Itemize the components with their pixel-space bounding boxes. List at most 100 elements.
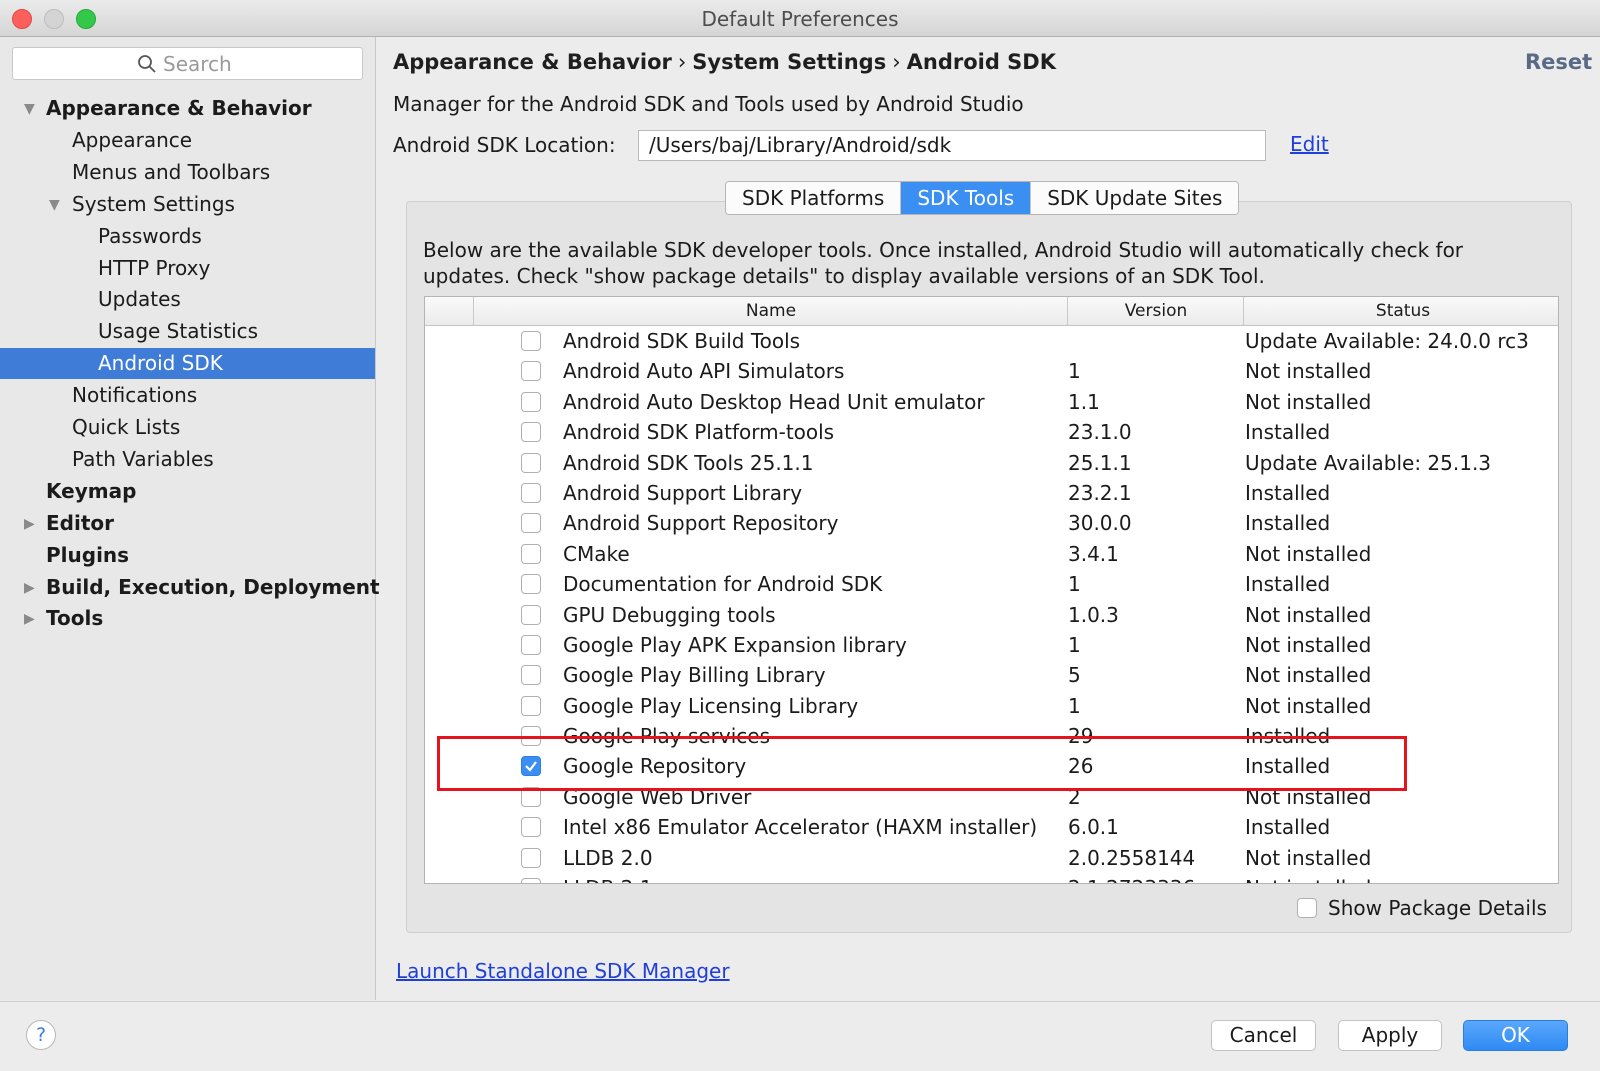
row-checkbox[interactable] bbox=[521, 452, 541, 473]
ok-button[interactable]: OK bbox=[1463, 1020, 1568, 1051]
row-checkbox[interactable] bbox=[521, 665, 541, 686]
sidebar-item[interactable]: Plugins bbox=[0, 540, 375, 571]
table-row[interactable]: Android SDK Platform-tools 23.1.0 Installe… bbox=[425, 417, 1558, 447]
sidebar-item[interactable]: Passwords bbox=[0, 221, 375, 252]
row-version-cell: 5 bbox=[1068, 663, 1081, 688]
collapsed-arrow-icon[interactable]: ▶ bbox=[24, 517, 38, 531]
tab-sdk-update-sites[interactable]: SDK Update Sites bbox=[1031, 182, 1239, 214]
tab-sdk-platforms[interactable]: SDK Platforms bbox=[726, 182, 902, 214]
table-row[interactable]: GPU Debugging tools 1.0.3 Not installed bbox=[425, 600, 1558, 630]
tab-sdk-tools[interactable]: SDK Tools bbox=[901, 182, 1032, 214]
table-row[interactable]: Google Play APK Expansion library 1 Not in… bbox=[425, 630, 1558, 660]
column-header-select[interactable] bbox=[425, 297, 473, 325]
row-version-cell: 1.0.3 bbox=[1068, 602, 1119, 627]
row-status-cell: Installed bbox=[1245, 815, 1331, 840]
row-checkbox[interactable] bbox=[521, 878, 541, 883]
row-checkbox[interactable] bbox=[521, 482, 541, 503]
row-version-cell: 3.4.1 bbox=[1068, 541, 1119, 566]
breadcrumb: Appearance & Behavior › System Settings › An… bbox=[393, 50, 1056, 74]
row-name-cell: CMake bbox=[563, 541, 630, 566]
row-version-cell: 2.1.2723336 bbox=[1068, 876, 1195, 883]
show-package-details-label[interactable]: Show Package Details bbox=[1328, 896, 1547, 920]
table-row[interactable]: Intel x86 Emulator Accelerator (HAXM ins… bbox=[425, 812, 1558, 842]
launch-standalone-sdk-manager-link[interactable]: Launch Standalone SDK Manager bbox=[396, 959, 730, 983]
row-checkbox[interactable] bbox=[521, 604, 541, 625]
help-button[interactable]: ? bbox=[26, 1020, 56, 1050]
sidebar-item[interactable]: Keymap bbox=[0, 476, 375, 507]
sdk-location-field[interactable]: /Users/baj/Library/Android/sdk bbox=[638, 130, 1266, 161]
show-package-details-checkbox[interactable] bbox=[1297, 898, 1317, 918]
dialog-footer: ? Cancel Apply OK bbox=[0, 1001, 1600, 1071]
table-row[interactable]: Android SDK Tools 25.1.1 25.1.1 Update Ava… bbox=[425, 448, 1558, 478]
collapsed-arrow-icon[interactable]: ▶ bbox=[24, 612, 38, 626]
search-input[interactable]: Search bbox=[12, 47, 363, 80]
sidebar-item-label: Editor bbox=[46, 510, 114, 535]
row-checkbox[interactable] bbox=[521, 847, 541, 868]
row-checkbox[interactable] bbox=[521, 513, 541, 534]
sidebar-item[interactable]: ▼ Appearance & Behavior bbox=[0, 93, 375, 124]
sidebar-item-label: Build, Execution, Deployment bbox=[46, 574, 380, 599]
breadcrumb-item: Appearance & Behavior bbox=[393, 50, 672, 74]
apply-button[interactable]: Apply bbox=[1338, 1020, 1442, 1051]
edit-location-link[interactable]: Edit bbox=[1290, 132, 1329, 156]
row-checkbox[interactable] bbox=[521, 543, 541, 564]
expanded-arrow-icon[interactable]: ▼ bbox=[49, 198, 63, 212]
collapsed-arrow-icon[interactable]: ▶ bbox=[24, 581, 38, 595]
row-status-cell: Installed bbox=[1245, 480, 1331, 505]
row-version-cell: 6.0.1 bbox=[1068, 815, 1119, 840]
row-name-cell: Android Auto API Simulators bbox=[563, 359, 845, 384]
sidebar-item[interactable]: Quick Lists bbox=[0, 412, 375, 443]
sidebar-item[interactable]: Notifications bbox=[0, 380, 375, 411]
column-header-name[interactable]: Name bbox=[473, 297, 1068, 325]
row-version-cell: 1 bbox=[1068, 572, 1081, 597]
sidebar-item[interactable]: Path Variables bbox=[0, 444, 375, 475]
row-checkbox[interactable] bbox=[521, 817, 541, 838]
table-row[interactable]: Google Play Licensing Library 1 Not instal… bbox=[425, 691, 1558, 721]
sidebar-item[interactable]: ▼ System Settings bbox=[0, 189, 375, 220]
table-row[interactable]: Documentation for Android SDK 1 Installed bbox=[425, 569, 1558, 599]
row-version-cell: 23.2.1 bbox=[1068, 480, 1132, 505]
sidebar-item[interactable]: Menus and Toolbars bbox=[0, 157, 375, 188]
sidebar-item[interactable]: Appearance bbox=[0, 125, 375, 156]
sidebar-item[interactable]: ▶ Build, Execution, Deployment bbox=[0, 572, 380, 603]
table-row[interactable]: Android Auto Desktop Head Unit emulator 1… bbox=[425, 387, 1558, 417]
reset-link[interactable]: Reset bbox=[1525, 50, 1592, 74]
settings-sidebar: Search ▼ Appearance & Behavior Appearance M… bbox=[0, 37, 380, 1000]
sidebar-item[interactable]: ▶ Editor bbox=[0, 508, 375, 539]
row-status-cell: Not installed bbox=[1245, 389, 1372, 414]
table-row[interactable]: LLDB 2.1 2.1.2723336 Not installed bbox=[425, 873, 1558, 883]
table-row[interactable]: Google Play Billing Library 5 Not installe… bbox=[425, 660, 1558, 690]
table-row[interactable]: Android SDK Build Tools Update Available:… bbox=[425, 326, 1558, 356]
table-row[interactable]: LLDB 2.0 2.0.2558144 Not installed bbox=[425, 843, 1558, 873]
table-row[interactable]: Android Auto API Simulators 1 Not installe… bbox=[425, 356, 1558, 386]
search-icon bbox=[138, 55, 156, 73]
sidebar-item[interactable]: Updates bbox=[0, 284, 375, 315]
row-name-cell: Documentation for Android SDK bbox=[563, 572, 883, 597]
table-row[interactable]: Android Support Repository 30.0.0 Installe… bbox=[425, 508, 1558, 538]
sidebar-item-label: System Settings bbox=[72, 191, 235, 216]
sidebar-item[interactable]: ▶ Tools bbox=[0, 603, 375, 634]
sidebar-item[interactable]: Usage Statistics bbox=[0, 316, 375, 347]
sidebar-item-label: Path Variables bbox=[72, 446, 214, 471]
column-header-version[interactable]: Version bbox=[1067, 297, 1244, 325]
row-checkbox[interactable] bbox=[521, 695, 541, 716]
row-checkbox[interactable] bbox=[521, 391, 541, 412]
row-checkbox[interactable] bbox=[521, 331, 541, 351]
sidebar-item[interactable]: Android SDK bbox=[0, 348, 375, 380]
row-status-cell: Installed bbox=[1245, 420, 1331, 445]
breadcrumb-separator: › bbox=[892, 50, 901, 74]
column-header-status[interactable]: Status bbox=[1243, 297, 1558, 325]
row-status-cell: Not installed bbox=[1245, 845, 1372, 870]
expanded-arrow-icon[interactable]: ▼ bbox=[24, 102, 38, 116]
row-checkbox[interactable] bbox=[521, 634, 541, 655]
cancel-button[interactable]: Cancel bbox=[1211, 1020, 1316, 1051]
row-checkbox[interactable] bbox=[521, 422, 541, 443]
row-checkbox[interactable] bbox=[521, 574, 541, 595]
row-name-cell: GPU Debugging tools bbox=[563, 602, 776, 627]
row-name-cell: Android Auto Desktop Head Unit emulator bbox=[563, 389, 985, 414]
table-row[interactable]: CMake 3.4.1 Not installed bbox=[425, 539, 1558, 569]
sidebar-item-label: Menus and Toolbars bbox=[72, 159, 271, 184]
sidebar-item[interactable]: HTTP Proxy bbox=[0, 253, 375, 284]
table-row[interactable]: Android Support Library 23.2.1 Installed bbox=[425, 478, 1558, 508]
row-checkbox[interactable] bbox=[521, 361, 541, 382]
